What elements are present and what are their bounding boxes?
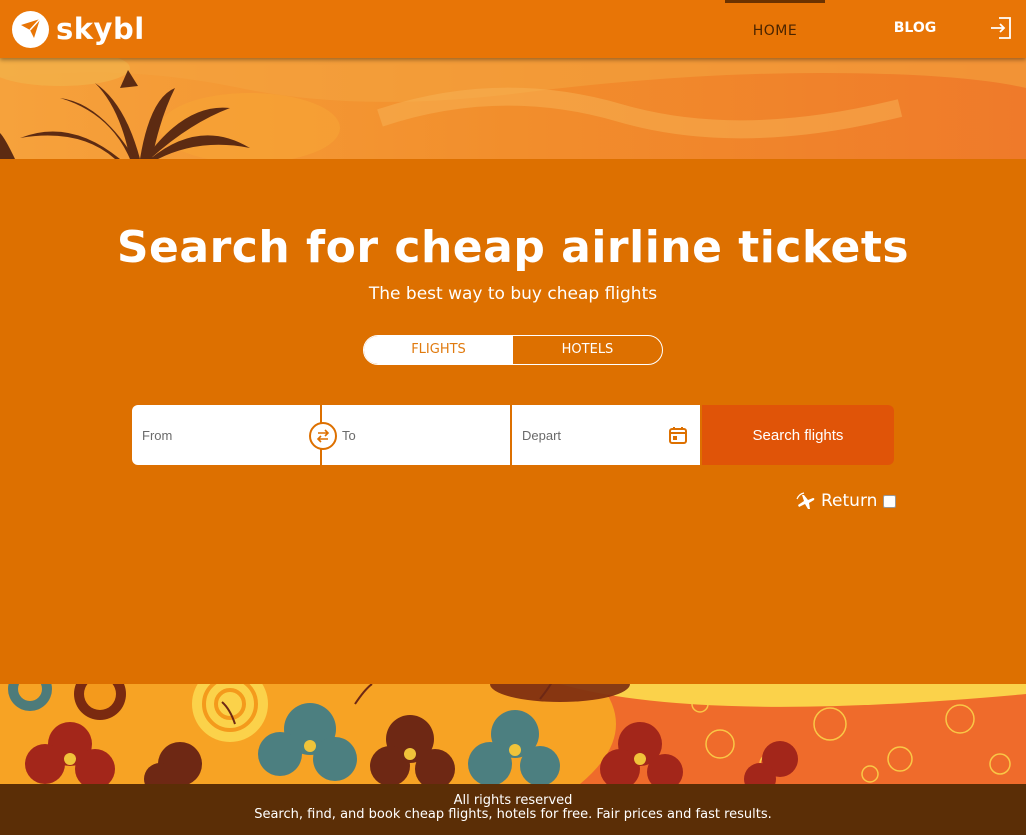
footer-tagline: Search, find, and book cheap flights, ho… [254, 807, 772, 822]
plane-return-icon [796, 492, 815, 509]
return-checkbox[interactable] [883, 494, 897, 508]
to-input[interactable] [322, 427, 510, 443]
bird-logo-icon [12, 10, 49, 48]
login-icon[interactable] [989, 16, 1013, 40]
logo[interactable]: skybl [12, 9, 145, 49]
return-toggle[interactable]: Return [796, 490, 897, 512]
swap-arrows-icon[interactable] [309, 422, 337, 450]
from-input[interactable] [132, 427, 320, 443]
top-decorative-banner [0, 58, 1026, 159]
tab-flights[interactable]: FLIGHTS [364, 336, 513, 364]
bottom-decorative-banner [0, 684, 1026, 784]
return-label: Return [821, 491, 878, 511]
page-subtitle: The best way to buy cheap flights [368, 284, 658, 304]
footer-rights: All rights reserved [453, 793, 573, 808]
nav-blog[interactable]: BLOG [880, 0, 950, 58]
depart-field-container [512, 405, 702, 465]
to-field-container [322, 405, 512, 465]
top-navbar: skybl HOME BLOG [0, 0, 1026, 58]
search-type-tabs: FLIGHTS HOTELS [363, 335, 663, 365]
page-title: Search for cheap airline tickets [116, 222, 910, 273]
nav-home[interactable]: HOME [725, 0, 825, 58]
from-field-container [132, 405, 337, 465]
flight-search-form: Search flights [132, 405, 894, 465]
tab-hotels[interactable]: HOTELS [513, 336, 662, 364]
logo-text: skybl [56, 12, 145, 46]
footer: All rights reserved Search, find, and bo… [0, 784, 1026, 835]
calendar-icon[interactable] [668, 425, 688, 445]
search-flights-button[interactable]: Search flights [702, 405, 894, 465]
